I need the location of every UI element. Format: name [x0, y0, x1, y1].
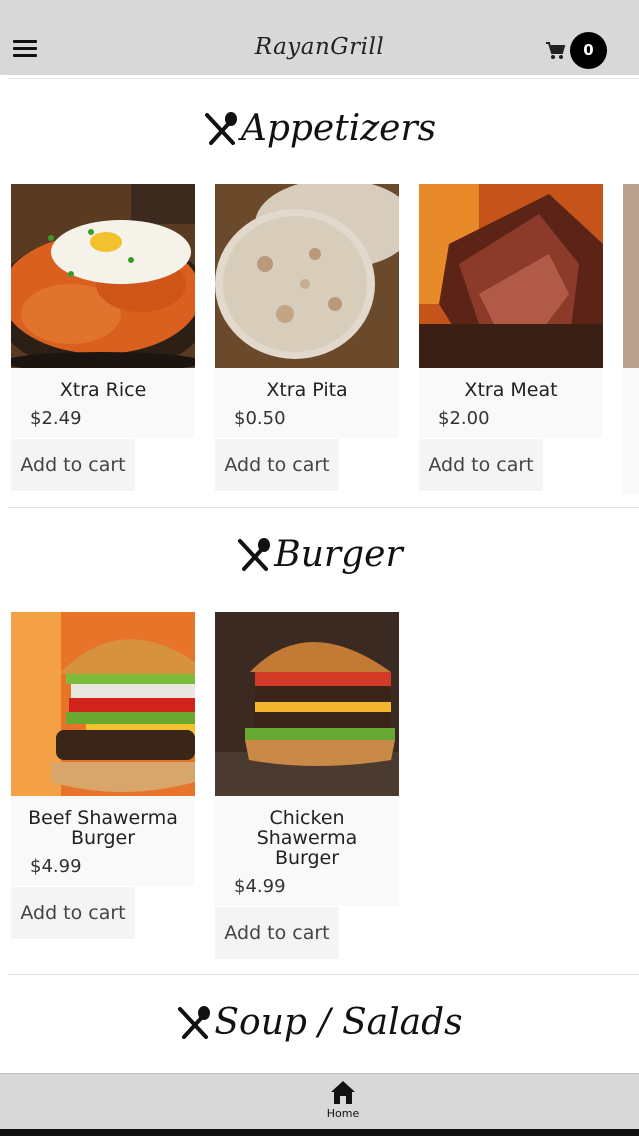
system-bar	[0, 1129, 639, 1136]
product-price: $4.99	[234, 876, 286, 897]
product-image-xtra-pita[interactable]	[215, 184, 399, 368]
product-info: Xtra Rice $2.49	[11, 368, 195, 438]
divider	[8, 507, 639, 508]
section-title-label: Soup / Salads	[214, 1002, 463, 1043]
brand-logo[interactable]: RayanGrill	[0, 34, 639, 60]
utensils-icon	[238, 537, 271, 571]
cart-icon[interactable]	[546, 42, 566, 60]
section-title-soup-salads: Soup / Salads	[0, 1002, 639, 1043]
utensils-icon	[178, 1005, 211, 1039]
product-name: Xtra Rice	[59, 379, 147, 401]
product-card-partial[interactable]	[623, 184, 639, 494]
add-to-cart-button[interactable]: Add to cart	[11, 887, 135, 939]
product-name: Xtra Pita	[266, 379, 348, 401]
add-to-cart-button[interactable]: Add to cart	[11, 439, 135, 491]
product-image-xtra-rice[interactable]	[11, 184, 195, 368]
product-image-chicken-shawerma-burger[interactable]	[215, 612, 399, 796]
section-title-appetizers: Appetizers	[0, 108, 639, 149]
divider	[8, 78, 639, 79]
section-title-burger: Burger	[0, 534, 639, 575]
add-to-cart-button[interactable]: Add to cart	[215, 907, 339, 959]
nav-home-label: Home	[326, 1107, 360, 1120]
product-price: $2.00	[438, 408, 490, 429]
product-price: $4.99	[30, 856, 82, 877]
section-title-label: Burger	[274, 534, 403, 575]
cart-count-badge[interactable]: 0	[570, 32, 607, 69]
product-name: Chicken Shawerma Burger	[256, 807, 358, 869]
product-info: Chicken Shawerma Burger $4.99	[215, 796, 399, 906]
home-icon	[331, 1081, 355, 1104]
product-name: Xtra Meat	[464, 379, 558, 401]
product-info: Xtra Pita $0.50	[215, 368, 399, 438]
product-price: $0.50	[234, 408, 286, 429]
add-to-cart-button[interactable]: Add to cart	[215, 439, 339, 491]
nav-home[interactable]: Home	[319, 1078, 367, 1120]
product-image-xtra-meat[interactable]	[419, 184, 603, 368]
utensils-icon	[204, 111, 237, 145]
section-title-label: Appetizers	[240, 108, 437, 149]
add-to-cart-button[interactable]: Add to cart	[419, 439, 543, 491]
product-image-beef-shawerma-burger[interactable]	[11, 612, 195, 796]
product-info: Xtra Meat $2.00	[419, 368, 603, 438]
product-info: Beef Shawerma Burger $4.99	[11, 796, 195, 886]
product-price: $2.49	[30, 408, 82, 429]
product-name: Beef Shawerma Burger	[28, 807, 178, 849]
top-bar: RayanGrill 0	[0, 0, 639, 75]
divider	[8, 974, 639, 975]
